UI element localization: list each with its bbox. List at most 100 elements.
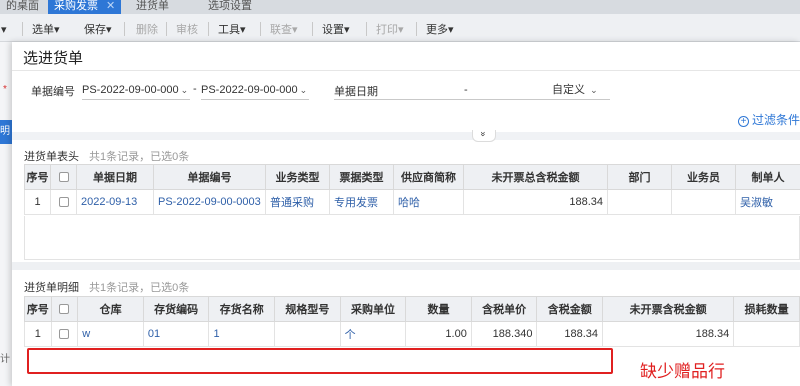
column-header[interactable]: 损耗数量 [733, 296, 800, 322]
row-number: 1 [24, 321, 52, 347]
select-doc-menu[interactable]: 选单▾ [32, 21, 60, 37]
department-cell [607, 189, 672, 215]
salesperson-cell [671, 189, 736, 215]
date-separator: - [464, 84, 468, 96]
creator-cell: 吴淑敏 [735, 189, 800, 215]
tab-purchase-invoice[interactable]: 采购发票 ✕ [48, 0, 122, 14]
column-header[interactable]: 采购单位 [339, 296, 407, 322]
column-header[interactable]: 业务类型 [265, 164, 330, 190]
column-header[interactable]: 部门 [607, 164, 672, 190]
more-filters-link[interactable]: + 过滤条件 [737, 111, 800, 128]
table-row[interactable]: 1 2022-09-13 PS-2022-09-00-0003 普通采购 专用发… [24, 189, 800, 215]
link-query-menu[interactable]: 联查▾ [270, 21, 298, 37]
column-header[interactable]: 序号 [24, 296, 52, 322]
more-menu[interactable]: 更多▾ [426, 21, 454, 37]
checkbox-icon[interactable] [58, 197, 69, 208]
add-circle-icon: + [737, 116, 749, 127]
doc-no-label: 单据编号 [31, 86, 75, 98]
column-header[interactable]: 存货名称 [208, 296, 276, 322]
approve-button[interactable]: 审核 [176, 21, 198, 37]
toolbar-divider [366, 22, 367, 36]
tab-option-settings[interactable]: 选项设置 [202, 0, 258, 14]
table-header-row: 序号 仓库 存货编码 存货名称 规格型号 采购单位 数量 含税单价 含税金额 未… [24, 296, 800, 322]
collapse-toggle-icon[interactable]: » [472, 130, 496, 142]
record-count: 共1条记录，已选0条 [89, 282, 190, 294]
tab-desktop[interactable]: 的桌面 [0, 0, 45, 14]
select-all-checkbox[interactable] [50, 164, 77, 190]
doc-no-to-select[interactable]: PS-2022-09-00-000 ⌄ [201, 82, 309, 100]
save-menu[interactable]: 保存▾ [84, 21, 112, 37]
toolbar-divider [208, 22, 209, 36]
detail-section-title: 进货单明细 共1条记录，已选0条 [24, 282, 190, 294]
table-header-row: 序号 单据日期 单据编号 业务类型 票据类型 供应商简称 未开票总含税金额 部门… [24, 164, 800, 190]
toolbar-divider [124, 22, 125, 36]
uninvoiced-amount-cell: 188.34 [602, 321, 735, 347]
column-header[interactable]: 单据日期 [76, 164, 154, 190]
column-header[interactable]: 含税金额 [536, 296, 604, 322]
column-header[interactable]: 数量 [405, 296, 472, 322]
spec-cell [274, 321, 341, 347]
row-number: 1 [24, 189, 51, 215]
close-icon[interactable]: ✕ [106, 0, 115, 12]
background-label: 计 [0, 354, 10, 365]
warehouse-cell: w [77, 321, 144, 347]
checkbox-icon[interactable] [58, 172, 69, 183]
section-gap [12, 262, 800, 270]
column-header[interactable]: 仓库 [77, 296, 144, 322]
delete-button[interactable]: 删除 [136, 21, 158, 37]
column-header[interactable]: 票据类型 [329, 164, 394, 190]
tools-menu[interactable]: 工具▾ [218, 21, 246, 37]
date-mode-select[interactable]: 自定义 ⌄ [552, 82, 598, 98]
column-header[interactable]: 单据编号 [153, 164, 266, 190]
tab-receipt[interactable]: 进货单 [130, 0, 175, 14]
column-header[interactable]: 未开票含税金额 [602, 296, 735, 322]
table-row[interactable]: 1 w 01 1 个 1.00 188.340 188.34 188.34 [24, 321, 800, 347]
supplier-cell: 哈哈 [393, 189, 464, 215]
print-menu[interactable]: 打印▾ [376, 21, 404, 37]
background-detail-tab[interactable]: 明细 [0, 120, 12, 144]
add-menu[interactable]: 增▾ [0, 21, 7, 37]
column-header[interactable]: 含税单价 [470, 296, 538, 322]
column-header[interactable]: 业务员 [671, 164, 736, 190]
settings-menu[interactable]: 设置▾ [322, 21, 350, 37]
divider [12, 70, 800, 71]
chevron-down-icon: ⌄ [590, 85, 598, 95]
row-checkbox[interactable] [50, 189, 77, 215]
column-header[interactable]: 供应商简称 [393, 164, 464, 190]
item-code-cell: 01 [142, 321, 210, 347]
header-table-empty-area [24, 216, 800, 260]
row-checkbox[interactable] [50, 321, 79, 347]
checkbox-icon[interactable] [59, 329, 70, 340]
uninvoiced-total-cell: 188.34 [463, 189, 608, 215]
invoice-type-cell: 专用发票 [329, 189, 394, 215]
chevron-down-icon: ⌄ [299, 85, 308, 95]
column-header[interactable]: 序号 [24, 164, 51, 190]
required-marker: * [3, 84, 7, 95]
range-separator: - [193, 83, 197, 95]
select-all-checkbox[interactable] [50, 296, 79, 322]
header-section-title: 进货单表头 共1条记录，已选0条 [24, 151, 190, 163]
toolbar-divider [22, 22, 23, 36]
toolbar-divider [416, 22, 417, 36]
annotation-note: 缺少赠品行 [640, 362, 725, 381]
checkbox-icon[interactable] [59, 304, 70, 315]
unit-price-cell: 188.340 [470, 321, 538, 347]
doc-no-cell: PS-2022-09-00-0003 [153, 189, 266, 215]
select-receipt-dialog: 选进货单 单据编号 PS-2022-09-00-000 ⌄ - PS-2022-0… [12, 42, 800, 386]
date-range-input[interactable]: - 自定义 ⌄ [334, 82, 610, 100]
column-header[interactable]: 制单人 [735, 164, 800, 190]
filter-collapse-bar [12, 132, 800, 140]
column-header[interactable]: 存货编码 [142, 296, 210, 322]
chevron-down-icon: ⌄ [180, 85, 189, 95]
amount-cell: 188.34 [536, 321, 604, 347]
doc-date-cell: 2022-09-13 [76, 189, 154, 215]
tab-bar: 的桌面 采购发票 ✕ 进货单 选项设置 [0, 0, 800, 14]
doc-no-from-select[interactable]: PS-2022-09-00-000 ⌄ [82, 82, 190, 100]
detail-table: 序号 仓库 存货编码 存货名称 规格型号 采购单位 数量 含税单价 含税金额 未… [24, 296, 800, 347]
loss-qty-cell [733, 321, 800, 347]
column-header[interactable]: 规格型号 [274, 296, 341, 322]
business-type-cell: 普通采购 [265, 189, 330, 215]
quantity-cell: 1.00 [405, 321, 472, 347]
toolbar-divider [166, 22, 167, 36]
column-header[interactable]: 未开票总含税金额 [463, 164, 608, 190]
